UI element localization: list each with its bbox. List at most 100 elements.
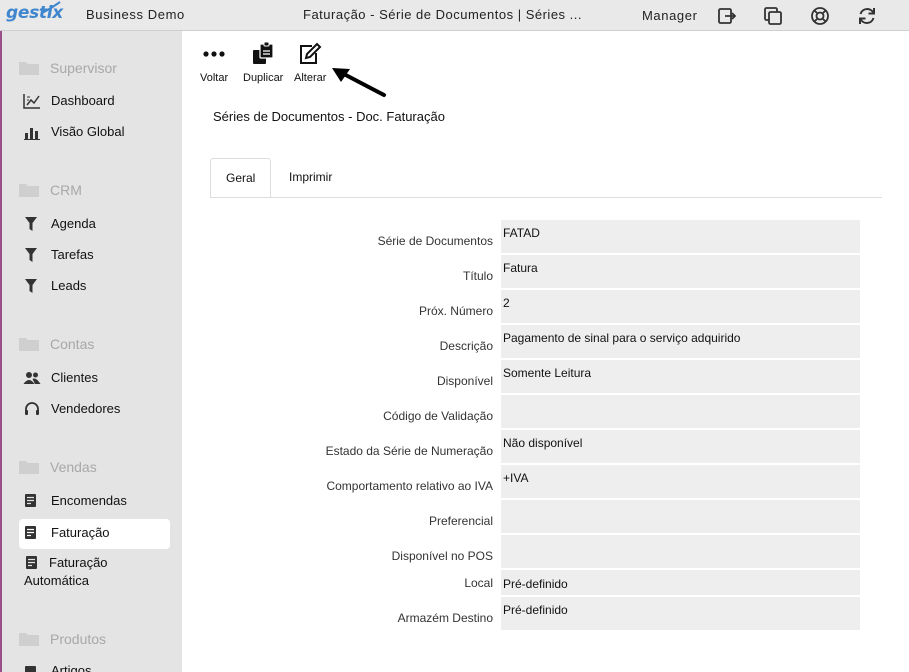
form-label: Disponível no POS (391, 549, 493, 563)
form-label: Descrição (439, 339, 493, 353)
document-icon (26, 556, 37, 569)
form-row-estado-serie: Estado da Série de Numeração Não disponí… (210, 430, 860, 463)
logout-icon[interactable] (716, 5, 738, 27)
folder-icon (19, 184, 39, 197)
form-label: Local (464, 576, 493, 590)
sidebar-item-encomendas[interactable]: Encomendas (19, 493, 170, 509)
folder-icon (19, 461, 39, 474)
logo-swoosh-icon (41, 1, 61, 14)
tabs-divider (210, 197, 882, 198)
dashboard-icon (23, 94, 40, 109)
sidebar-section-contas[interactable]: Contas (18, 333, 94, 355)
annotation-arrow-icon (332, 68, 386, 97)
form-label: Preferencial (428, 514, 493, 528)
back-label: Voltar (200, 72, 229, 84)
codigo-validacao-field[interactable] (501, 395, 860, 428)
sidebar-item-label: Artigos (51, 663, 92, 672)
sidebar-item-label: Faturação (51, 525, 110, 540)
sidebar-item-agenda[interactable]: Agenda (19, 216, 170, 232)
sidebar-item-dashboard[interactable]: Dashboard (19, 93, 170, 109)
sidebar-item-faturacao-automatica[interactable]: Faturação Automática (24, 554, 175, 590)
form-label: Próx. Número (418, 304, 493, 318)
bar-chart-icon (24, 128, 40, 140)
serie-field[interactable]: FATAD (501, 220, 860, 253)
sidebar-section-title: Contas (50, 336, 95, 352)
disponivel-pos-field[interactable] (501, 535, 860, 568)
sidebar-section-produtos[interactable]: Produtos (18, 628, 106, 650)
sidebar-item-label: Agenda (51, 216, 96, 231)
form-row-codigo-validacao: Código de Validação (210, 395, 860, 428)
funnel-icon (25, 217, 37, 231)
form-label: Código de Validação (383, 409, 493, 423)
form-row-comportamento-iva: Comportamento relativo ao IVA +IVA (210, 465, 860, 498)
sidebar-item-label: Encomendas (51, 493, 127, 508)
sidebar-item-faturacao[interactable]: Faturação (19, 519, 170, 549)
prox-numero-field[interactable]: 2 (501, 290, 860, 323)
sidebar-item-label: Leads (51, 278, 87, 293)
armazem-destino-field[interactable]: Pré-definido (501, 597, 860, 630)
funnel-icon (25, 248, 37, 262)
form-row-descricao: Descrição Pagamento de sinal para o serv… (210, 325, 860, 358)
tab-imprimir[interactable]: Imprimir (274, 158, 347, 198)
sidebar-item-vendedores[interactable]: Vendedores (19, 401, 170, 417)
form-label: Série de Documentos (377, 234, 493, 248)
tab-geral[interactable]: Geral (210, 158, 271, 198)
top-bar: gestix Business Demo Faturação - Série d… (0, 0, 909, 31)
form-row-prox-numero: Próx. Número 2 (210, 290, 860, 323)
help-lifebuoy-icon[interactable] (809, 5, 831, 27)
sidebar-item-visao-global[interactable]: Visão Global (19, 124, 170, 140)
sidebar-section-supervisor[interactable]: Supervisor (18, 57, 117, 79)
sidebar-item-label: Vendedores (51, 401, 121, 416)
edit-label: Alterar (294, 72, 327, 84)
users-icon (23, 372, 41, 384)
duplicate-label: Duplicar (243, 72, 284, 84)
page-title: Séries de Documentos - Doc. Faturação (213, 109, 445, 124)
company-name[interactable]: Business Demo (86, 7, 185, 22)
folder-icon (19, 338, 39, 351)
document-icon (25, 526, 36, 539)
form-row-titulo: Título Fatura (210, 255, 860, 288)
form-row-preferencial: Preferencial (210, 500, 860, 533)
form-label: Armazém Destino (397, 611, 493, 625)
sidebar-item-leads[interactable]: Leads (19, 278, 170, 294)
estado-serie-field[interactable]: Não disponível (501, 430, 860, 463)
form-label: Estado da Série de Numeração (325, 444, 493, 458)
form-row-disponivel-pos: Disponível no POS (210, 535, 860, 568)
sidebar-item-clientes[interactable]: Clientes (19, 370, 170, 386)
sidebar-section-title: Vendas (50, 459, 97, 475)
form-row-armazem-destino: Armazém Destino Pré-definido (210, 597, 860, 630)
preferencial-field[interactable] (501, 500, 860, 533)
edit-button[interactable]: Alterar (294, 42, 326, 84)
form-label: Comportamento relativo ao IVA (326, 479, 493, 493)
form-row-disponivel: Disponível Somente Leitura (210, 360, 860, 393)
duplicate-button[interactable]: Duplicar (243, 42, 283, 84)
sidebar-item-label: Dashboard (51, 93, 115, 108)
disponivel-field[interactable]: Somente Leitura (501, 360, 860, 393)
duplicate-clipboard-icon (253, 42, 274, 64)
titulo-field[interactable]: Fatura (501, 255, 860, 288)
refresh-icon[interactable] (856, 5, 878, 27)
descricao-field[interactable]: Pagamento de sinal para o serviço adquir… (501, 325, 860, 358)
sidebar-section-vendas[interactable]: Vendas (18, 456, 97, 478)
more-dots-icon (203, 51, 225, 57)
sidebar-item-artigos[interactable]: Artigos (19, 663, 170, 672)
sidebar-item-label: Visão Global (51, 124, 125, 139)
sidebar-item-label: Clientes (51, 370, 98, 385)
sidebar-item-tarefas[interactable]: Tarefas (19, 247, 170, 263)
user-menu[interactable]: Manager (642, 8, 698, 23)
sidebar-section-title: CRM (50, 182, 82, 198)
document-icon (25, 494, 36, 507)
window-title: Faturação - Série de Documentos | Séries… (303, 7, 582, 22)
folder-icon (19, 633, 39, 646)
folder-icon (19, 62, 39, 75)
windows-icon[interactable] (762, 5, 784, 27)
comportamento-iva-field[interactable]: +IVA (501, 465, 860, 498)
sidebar-item-label-line1: Faturação (49, 555, 108, 570)
form-row-local: Local Pré-definido (210, 570, 860, 595)
local-field[interactable]: Pré-definido (501, 570, 860, 595)
sidebar-section-crm[interactable]: CRM (18, 179, 82, 201)
document-icon (25, 666, 36, 672)
sidebar-section-title: Supervisor (50, 60, 117, 76)
funnel-icon (25, 279, 37, 293)
back-button[interactable]: Voltar (200, 42, 228, 84)
